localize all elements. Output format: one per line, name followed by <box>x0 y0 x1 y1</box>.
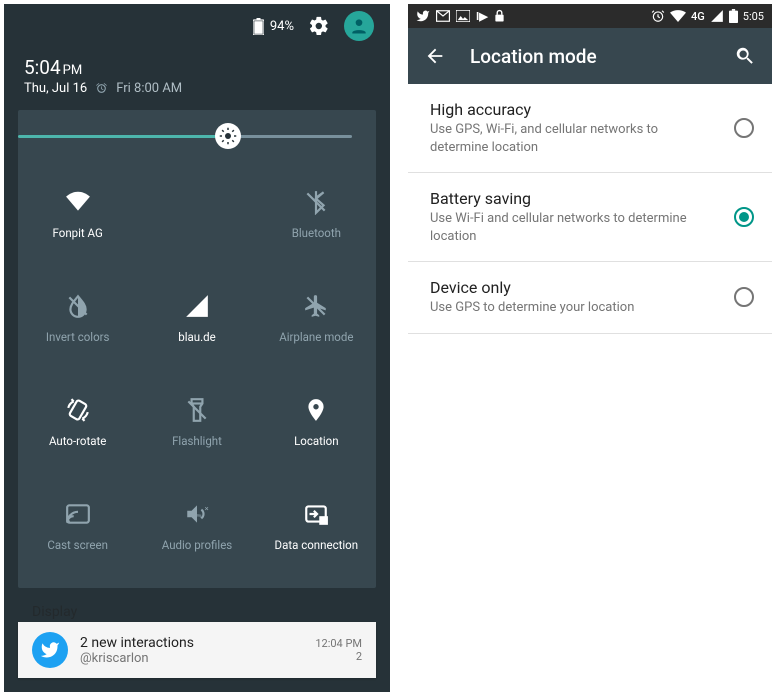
qs-tile-airplane[interactable]: Airplane mode <box>257 266 376 370</box>
notif-count: 2 <box>315 650 362 663</box>
svg-text:×: × <box>205 504 209 513</box>
option-subtitle: Use GPS, Wi-Fi, and cellular networks to… <box>430 121 718 156</box>
settings-button[interactable] <box>308 15 330 37</box>
brightness-slider[interactable] <box>18 110 376 162</box>
image-status-icon <box>456 10 470 22</box>
clock-date: Thu, Jul 16 <box>24 81 87 96</box>
qs-tile-bluetooth[interactable]: Bluetooth <box>257 162 376 266</box>
notif-time: 12:04 PM <box>315 637 362 650</box>
data-icon <box>302 500 330 528</box>
qs-header: 5:04PM Thu, Jul 16 Fri 8:00 AM <box>4 48 390 110</box>
tile-label: Flashlight <box>172 434 222 448</box>
alarm-icon <box>95 82 108 95</box>
notif-subtitle: @kriscarlon <box>80 651 303 666</box>
qs-tile-auto-rotate[interactable]: Auto-rotate <box>18 370 137 474</box>
alarm-time: Fri 8:00 AM <box>116 81 182 96</box>
radio-button[interactable] <box>734 207 754 227</box>
arrow-back-icon <box>424 45 446 67</box>
location-mode-screen: I▶ 4G 5:05 Location mode High accuracy Us… <box>408 4 772 692</box>
qs-tile-signal[interactable]: blau.de <box>137 266 256 370</box>
qs-statusbar: 94% <box>4 4 390 48</box>
network-label: 4G <box>691 10 705 23</box>
qs-tile-data[interactable]: Data connection <box>257 474 376 578</box>
qs-tile-invert-colors[interactable]: Invert colors <box>18 266 137 370</box>
location-icon <box>302 396 330 424</box>
battery-icon <box>253 18 264 35</box>
battery-pct: 94% <box>270 19 294 34</box>
person-icon <box>349 16 369 36</box>
option-battery-saving[interactable]: Battery saving Use Wi-Fi and cellular net… <box>408 173 772 262</box>
back-button[interactable] <box>424 45 446 67</box>
option-subtitle: Use Wi-Fi and cellular networks to deter… <box>430 210 718 245</box>
radio-button[interactable] <box>734 287 754 307</box>
cast-icon <box>64 500 92 528</box>
tile-label: Data connection <box>275 538 359 552</box>
options-list: High accuracy Use GPS, Wi-Fi, and cellula… <box>408 84 772 334</box>
statusbar-time: 5:05 <box>743 10 764 23</box>
id-status-icon: I▶ <box>476 10 488 23</box>
notif-title: 2 new interactions <box>80 635 303 651</box>
alarm-status-icon <box>651 9 665 23</box>
gear-icon <box>308 15 330 37</box>
wifi-icon <box>64 188 92 216</box>
rs-statusbar: I▶ 4G 5:05 <box>408 4 772 28</box>
auto-rotate-icon <box>64 396 92 424</box>
mail-status-icon <box>436 10 450 22</box>
invert-colors-icon <box>64 292 92 320</box>
tile-label: blau.de <box>178 330 215 344</box>
option-device-only[interactable]: Device only Use GPS to determine your loc… <box>408 262 772 334</box>
qs-tiles-grid: Fonpit AG Bluetooth Invert colors blau.de Ai… <box>18 162 376 578</box>
tile-label: Invert colors <box>46 330 110 344</box>
tile-label: Cast screen <box>47 538 108 552</box>
tile-label: Audio profiles <box>162 538 232 552</box>
tile-label: Auto-rotate <box>49 434 106 448</box>
appbar: Location mode <box>408 28 772 84</box>
qs-tile-wifi[interactable]: Fonpit AG <box>18 162 137 266</box>
battery-status-icon <box>729 9 738 23</box>
signal-status-icon <box>710 9 724 23</box>
brightness-icon <box>219 127 237 145</box>
twitter-status-icon <box>416 9 430 23</box>
background-list-item: Display <box>32 604 77 620</box>
radio-button[interactable] <box>734 118 754 138</box>
search-button[interactable] <box>734 45 756 67</box>
tile-label: Bluetooth <box>292 226 341 240</box>
signal-icon <box>183 292 211 320</box>
flashlight-icon <box>183 396 211 424</box>
clock-time: 5:04PM <box>24 56 370 79</box>
wifi-status-icon <box>670 10 686 22</box>
bluetooth-icon <box>302 188 330 216</box>
profile-avatar-button[interactable] <box>344 11 374 41</box>
option-title: High accuracy <box>430 100 718 119</box>
qs-tile-location[interactable]: Location <box>257 370 376 474</box>
lock-status-icon <box>494 9 505 23</box>
battery-indicator: 94% <box>253 18 294 35</box>
twitter-icon <box>32 632 68 668</box>
tile-label: Fonpit AG <box>53 226 103 240</box>
option-title: Battery saving <box>430 189 718 208</box>
notification-card[interactable]: 2 new interactions @kriscarlon 12:04 PM … <box>18 622 376 678</box>
qs-tile-flashlight[interactable]: Flashlight <box>137 370 256 474</box>
qs-tile-audio[interactable]: × Audio profiles <box>137 474 256 578</box>
qs-panel: Fonpit AG Bluetooth Invert colors blau.de Ai… <box>18 110 376 588</box>
quick-settings-screen: 94% 5:04PM Thu, Jul 16 Fri 8:00 AM Fonpi… <box>4 4 390 692</box>
tile-label: Airplane mode <box>279 330 353 344</box>
search-icon <box>734 45 756 67</box>
airplane-icon <box>302 292 330 320</box>
option-subtitle: Use GPS to determine your location <box>430 299 718 317</box>
option-high-accuracy[interactable]: High accuracy Use GPS, Wi-Fi, and cellula… <box>408 84 772 173</box>
tile-label: Location <box>294 434 339 448</box>
page-title: Location mode <box>470 45 710 68</box>
qs-tile-cast[interactable]: Cast screen <box>18 474 137 578</box>
option-title: Device only <box>430 278 718 297</box>
audio-icon: × <box>183 500 211 528</box>
